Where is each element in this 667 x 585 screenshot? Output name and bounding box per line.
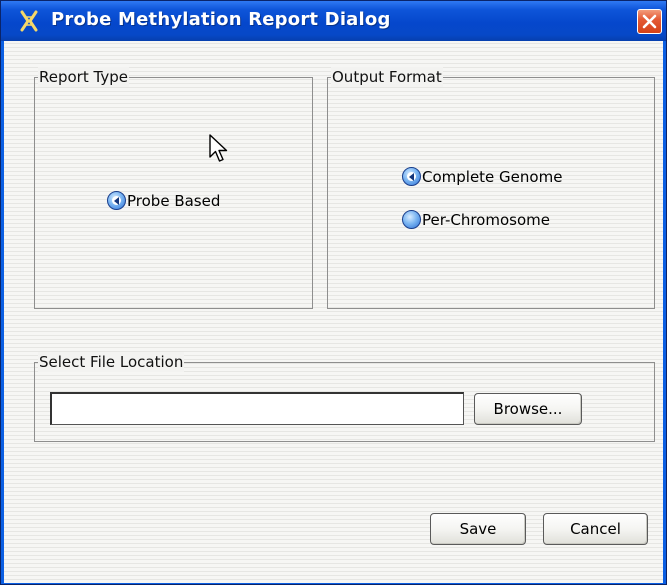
complete-genome-label: Complete Genome [422,167,563,186]
per-chromosome-radio[interactable]: Per-Chromosome [402,210,550,229]
close-icon [642,14,657,29]
dialog-window: Probe Methylation Report Dialog Report T… [0,0,667,585]
close-button[interactable] [637,9,662,34]
browse-button-label: Browse... [493,400,563,418]
browse-button[interactable]: Browse... [474,393,582,425]
app-logo-icon [20,10,38,32]
complete-genome-radio[interactable]: Complete Genome [402,167,562,186]
per-chromosome-label: Per-Chromosome [422,210,550,229]
radio-selected-icon [402,167,421,186]
cancel-button-label: Cancel [570,520,621,538]
report-type-group: Report Type Probe Based [34,67,313,309]
output-format-group: Output Format Complete Genome Per-Chromo… [327,67,655,309]
probe-based-label: Probe Based [127,191,221,210]
probe-based-radio[interactable]: Probe Based [107,191,220,210]
file-location-legend: Select File Location [38,352,185,372]
dialog-content: Report Type Probe Based Output Format Co… [4,41,663,583]
save-button[interactable]: Save [430,513,526,545]
report-type-legend: Report Type [38,67,129,87]
radio-unselected-icon [402,210,421,229]
dialog-title: Probe Methylation Report Dialog [51,9,391,30]
output-format-legend: Output Format [331,67,443,87]
radio-selected-icon [107,191,126,210]
title-bar[interactable]: Probe Methylation Report Dialog [1,1,666,41]
file-path-input[interactable] [50,392,464,425]
cancel-button[interactable]: Cancel [543,513,648,545]
save-button-label: Save [459,520,497,538]
mouse-pointer-icon [209,134,228,162]
